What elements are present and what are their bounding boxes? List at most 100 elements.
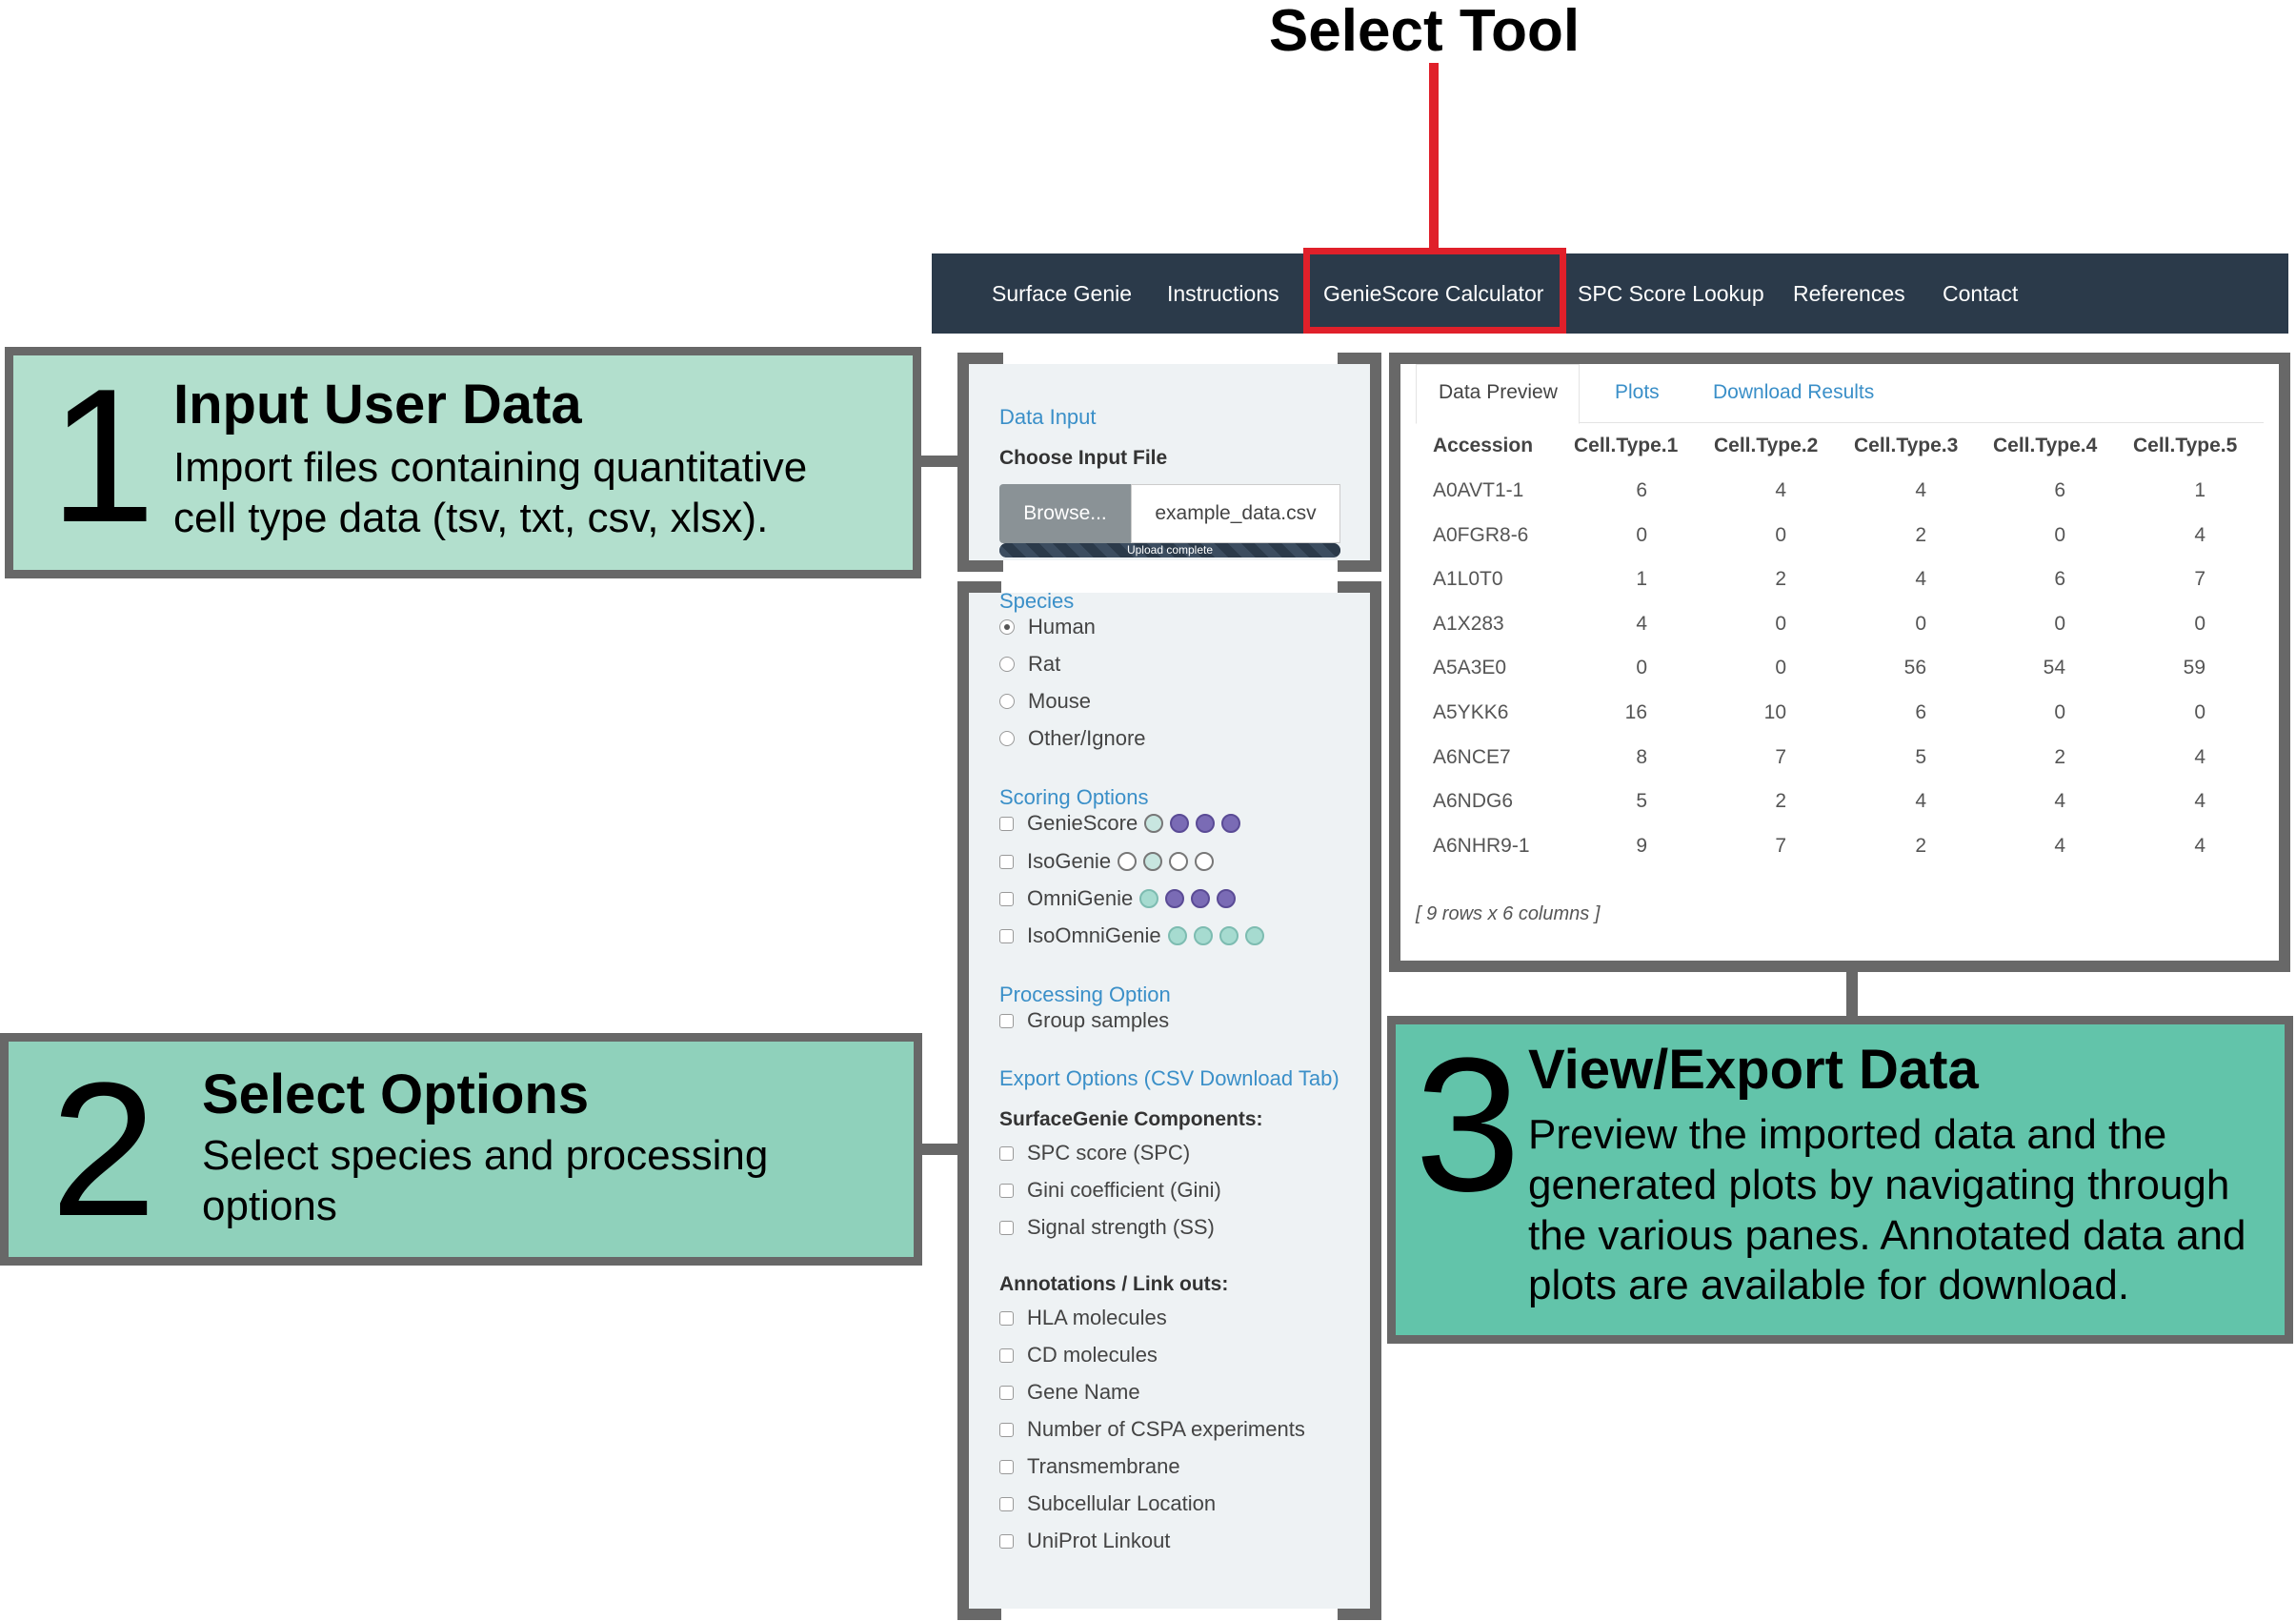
value-cell: 8 <box>1636 745 1647 768</box>
results-panel: Data Preview Plots Download Results Acce… <box>1400 364 2279 961</box>
value-cell: 5 <box>1636 790 1647 813</box>
value-cell: 7 <box>1775 834 1786 857</box>
component-spc-checkbox[interactable]: SPC score (SPC) <box>999 1140 1190 1170</box>
tab-plots[interactable]: Plots <box>1615 381 1660 404</box>
nav-contact[interactable]: Contact <box>1943 253 2018 334</box>
annotation-cd-checkbox[interactable]: CD molecules <box>999 1342 1158 1372</box>
annotation-uniprot-checkbox[interactable]: UniProt Linkout <box>999 1528 1170 1558</box>
annotation-cspa-checkbox[interactable]: Number of CSPA experiments <box>999 1416 1305 1447</box>
species-other-radio[interactable]: Other/Ignore <box>999 725 1146 756</box>
annotation-subcellular-checkbox[interactable]: Subcellular Location <box>999 1490 1216 1521</box>
gem-icon <box>1167 926 1187 946</box>
nav-spc-score-lookup[interactable]: SPC Score Lookup <box>1578 253 1764 334</box>
value-cell: 2 <box>2054 745 2065 768</box>
species-mouse-radio[interactable]: Mouse <box>999 688 1091 719</box>
upload-progress-bar: Upload complete <box>999 543 1340 557</box>
nav-references[interactable]: References <box>1793 253 1905 334</box>
connector-2 <box>916 1144 960 1155</box>
component-gini-checkbox[interactable]: Gini coefficient (Gini) <box>999 1177 1221 1207</box>
species-rat-radio[interactable]: Rat <box>999 651 1060 681</box>
bracket-results-right <box>2279 353 2290 972</box>
gem-icon <box>1218 926 1239 946</box>
callout-number: 1 <box>50 350 156 562</box>
annotations-heading: Annotations / Link outs: <box>999 1273 1229 1295</box>
checkbox-icon <box>999 1459 1014 1474</box>
gem-icon <box>1221 814 1241 834</box>
value-cell: 5 <box>1915 745 1926 768</box>
connector-1 <box>915 456 960 467</box>
value-cell: 59 <box>2183 657 2205 679</box>
file-name-field[interactable]: example_data.csv <box>1131 484 1340 543</box>
checkbox-icon <box>999 854 1014 869</box>
nav-instructions[interactable]: Instructions <box>1167 253 1279 334</box>
accession-cell: A1L0T0 <box>1433 568 1503 591</box>
radio-icon <box>999 657 1015 673</box>
species-human-radio[interactable]: Human <box>999 614 1096 644</box>
scoring-heading: Scoring Options <box>999 785 1149 809</box>
value-cell: 2 <box>1915 523 1926 546</box>
value-cell: 0 <box>1775 523 1786 546</box>
value-cell: 4 <box>1775 479 1786 501</box>
bracket-results-left <box>1389 353 1400 972</box>
gem-icon <box>1139 889 1159 909</box>
scoring-isoomnigenie-checkbox[interactable]: IsoOmniGenie <box>999 922 1264 953</box>
bracket-input-top-right <box>1338 353 1381 364</box>
bracket-options-bottom-left <box>957 1609 1001 1620</box>
gem-icon <box>1217 889 1237 909</box>
bracket-results-top <box>1389 353 2290 364</box>
gem-icon <box>1143 852 1163 872</box>
bracket-options-left <box>957 581 969 1620</box>
scoring-geniescore-checkbox[interactable]: GenieScore <box>999 810 1241 841</box>
value-cell: 0 <box>1636 523 1647 546</box>
group-samples-checkbox[interactable]: Group samples <box>999 1007 1169 1038</box>
annotation-hla-checkbox[interactable]: HLA molecules <box>999 1305 1167 1335</box>
value-cell: 4 <box>1636 612 1647 635</box>
annotation-gene-name-checkbox[interactable]: Gene Name <box>999 1379 1140 1409</box>
species-heading: Species <box>999 589 1075 613</box>
column-header: Cell.Type.4 <box>1993 435 2098 456</box>
scoring-isogenie-checkbox[interactable]: IsoGenie <box>999 848 1215 879</box>
value-cell: 16 <box>1624 701 1647 723</box>
callout-number: 3 <box>1415 1019 1521 1231</box>
value-cell: 54 <box>2043 657 2065 679</box>
gem-icon <box>1196 814 1216 834</box>
checkbox-icon <box>999 1496 1014 1511</box>
value-cell: 4 <box>2194 834 2205 857</box>
value-cell: 9 <box>1636 834 1647 857</box>
checkbox-icon <box>999 816 1014 831</box>
accession-cell: A6NCE7 <box>1433 745 1511 768</box>
value-cell: 4 <box>1915 479 1926 501</box>
annotation-transmembrane-checkbox[interactable]: Transmembrane <box>999 1453 1180 1484</box>
value-cell: 4 <box>2054 790 2065 813</box>
value-cell: 4 <box>1915 568 1926 591</box>
bracket-input-right <box>1370 353 1381 572</box>
bracket-input-bottom-right <box>1338 560 1381 572</box>
bracket-results-bottom <box>1389 961 2290 972</box>
value-cell: 4 <box>2054 834 2065 857</box>
browse-button[interactable]: Browse... <box>999 484 1131 543</box>
gem-icon <box>1144 814 1164 834</box>
accession-cell: A5YKK6 <box>1433 701 1509 723</box>
value-cell: 6 <box>1636 479 1647 501</box>
connector-3 <box>1846 970 1858 1018</box>
component-ss-checkbox[interactable]: Signal strength (SS) <box>999 1214 1215 1245</box>
tab-download-results[interactable]: Download Results <box>1713 381 1874 404</box>
value-cell: 0 <box>2054 612 2065 635</box>
value-cell: 0 <box>2194 612 2205 635</box>
scoring-omnigenie-checkbox[interactable]: OmniGenie <box>999 885 1237 916</box>
value-cell: 0 <box>1636 657 1647 679</box>
checkbox-icon <box>999 1220 1014 1235</box>
value-cell: 6 <box>2054 568 2065 591</box>
checkbox-icon <box>999 1310 1014 1326</box>
value-cell: 0 <box>1775 612 1786 635</box>
nav-surface-genie[interactable]: Surface Genie <box>992 253 1132 334</box>
value-cell: 10 <box>1763 701 1786 723</box>
processing-heading: Processing Option <box>999 983 1171 1006</box>
components-heading: SurfaceGenie Components: <box>999 1108 1263 1130</box>
navbar: Surface Genie Instructions GenieScore Ca… <box>932 253 2288 334</box>
nav-highlight-box <box>1303 248 1566 334</box>
tab-data-preview[interactable]: Data Preview <box>1439 381 1558 404</box>
gem-icon <box>1195 852 1215 872</box>
column-header: Cell.Type.2 <box>1714 435 1819 456</box>
value-cell: 2 <box>1775 790 1786 813</box>
